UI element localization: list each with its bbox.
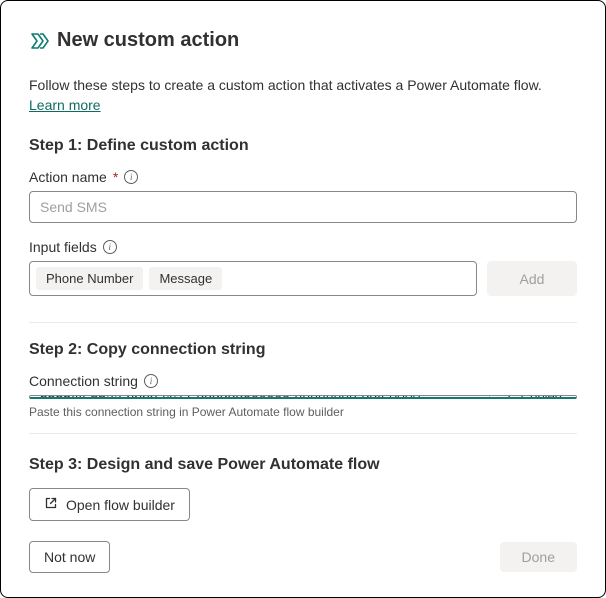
action-name-label-text: Action name (29, 169, 107, 185)
step1-title: Step 1: Define custom action (29, 137, 577, 155)
input-fields-chips[interactable]: Phone Number Message (29, 261, 477, 296)
chip-phone-number[interactable]: Phone Number (36, 267, 143, 290)
input-fields-label-text: Input fields (29, 239, 97, 255)
info-icon[interactable]: i (124, 170, 138, 184)
connection-string-label: Connection string i (29, 373, 577, 389)
step3-section: Step 3: Design and save Power Automate f… (29, 456, 577, 521)
action-name-label: Action name * i (29, 169, 577, 185)
input-fields-field: Input fields i Phone Number Message Add (29, 239, 577, 296)
connection-string-label-text: Connection string (29, 373, 138, 389)
info-icon[interactable]: i (103, 240, 117, 254)
learn-more-link[interactable]: Learn more (29, 97, 101, 113)
divider (29, 433, 577, 434)
copied-label: Copied (521, 395, 562, 399)
connection-string-helper: Paste this connection string in Power Au… (29, 405, 577, 419)
dialog-footer: Not now Done (29, 521, 577, 573)
input-fields-label: Input fields i (29, 239, 577, 255)
done-button: Done (500, 542, 577, 572)
step3-title: Step 3: Design and save Power Automate f… (29, 456, 577, 474)
info-icon[interactable]: i (144, 374, 158, 388)
intro-body: Follow these steps to create a custom ac… (29, 77, 542, 93)
copy-button[interactable]: ✓ Copied (489, 396, 576, 397)
action-name-field: Action name * i (29, 169, 577, 223)
step2-title: Step 2: Copy connection string (29, 341, 577, 359)
open-flow-builder-button[interactable]: Open flow builder (29, 488, 190, 521)
external-link-icon (44, 496, 58, 513)
dialog-title: New custom action (57, 29, 239, 52)
check-icon: ✓ (504, 395, 515, 399)
required-marker: * (113, 169, 118, 185)
divider (29, 322, 577, 323)
action-icon (29, 31, 49, 51)
connection-string-row: 5555ffff-66aa-bbbb-cc77-dddddd888888-eee… (29, 395, 577, 399)
connection-string-value[interactable]: 5555ffff-66aa-bbbb-cc77-dddddd888888-eee… (30, 396, 489, 397)
open-flow-builder-label: Open flow builder (66, 497, 175, 513)
action-name-input[interactable] (29, 191, 577, 223)
add-input-field-button: Add (487, 261, 577, 296)
not-now-button[interactable]: Not now (29, 541, 110, 573)
new-custom-action-dialog: New custom action Follow these steps to … (0, 0, 606, 598)
chip-message[interactable]: Message (149, 267, 222, 290)
input-fields-row: Phone Number Message Add (29, 261, 577, 296)
intro-text: Follow these steps to create a custom ac… (29, 76, 577, 115)
dialog-header: New custom action (29, 29, 577, 52)
